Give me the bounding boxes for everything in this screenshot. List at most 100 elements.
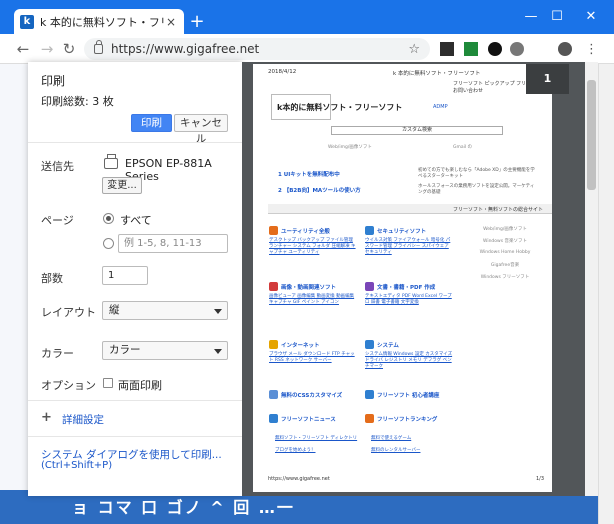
preview-link: 無料のCSSカスタマイズ	[281, 393, 343, 399]
pages-custom-radio[interactable]	[103, 238, 114, 249]
extension-icon[interactable]	[510, 42, 524, 56]
tab-title: k 本的に無料ソフト・フリーソフト	[40, 15, 164, 29]
link-icon	[269, 390, 278, 399]
preview-link: フリーソフトニュース	[281, 417, 336, 423]
copies-label: 部数	[41, 272, 63, 285]
back-arrow-icon[interactable]: ←	[14, 40, 32, 58]
print-title: 印刷	[41, 74, 66, 88]
category-icon	[269, 226, 278, 235]
background-page-footer-text: ョ コマ 口 ゴノ ^ 回 …一	[72, 498, 295, 517]
preview-section-bar-text: フリーソフト・無料ソフトの総合サイト	[453, 207, 544, 213]
maximize-icon[interactable]: ☐	[544, 9, 570, 24]
category-title: ユーティリティ全般	[281, 229, 330, 235]
color-select-value: カラー	[109, 344, 141, 356]
preview-banner-2-text: ホールスフォースの業務用ソフトを設定公開。マーケティングの基礎	[418, 184, 535, 195]
print-settings-panel: 印刷 印刷総数: 3 枚 印刷 キャンセル 送信先 EPSON EP-881A …	[28, 62, 242, 496]
extension-icon[interactable]	[440, 42, 454, 56]
small-link: 無料ソフト・フリーソフト ディレクトリ	[275, 436, 358, 441]
category-title: セキュリティソフト	[377, 229, 427, 235]
pages-all-label: すべて	[120, 214, 152, 227]
system-dialog-shortcut: (Ctrl+Shift+P)	[41, 460, 113, 471]
forward-arrow-icon[interactable]: →	[38, 40, 56, 58]
browser-toolbar: ← → ↻ https://www.gigafree.net ☆ ⋮	[0, 34, 614, 64]
sidebar-item: Gigafree音楽	[490, 263, 520, 268]
category-title: 画像・動画関連ソフト	[281, 285, 337, 291]
minimize-icon[interactable]: —	[518, 9, 544, 24]
preview-scrollbar-thumb[interactable]	[587, 80, 596, 190]
preview-page-number: 1	[526, 64, 569, 94]
small-link: ブログを始めよう！	[275, 448, 316, 453]
preview-banner-1-text: 初めての方でも楽しむなら「Adobe XD」の主要機能を学べるスターターキット	[418, 168, 535, 179]
chevron-down-icon	[214, 309, 222, 314]
bookmark-star-icon[interactable]: ☆	[408, 42, 420, 57]
color-label: カラー	[41, 347, 74, 360]
preview-admp: ADMP	[433, 104, 448, 110]
url-text: https://www.gigafree.net	[111, 42, 260, 56]
pages-all-radio[interactable]	[103, 213, 114, 224]
site-favicon-icon: k	[20, 14, 34, 29]
extension-icon[interactable]	[464, 42, 478, 56]
preview-link: フリーソフト 初心者講座	[377, 393, 440, 399]
color-select[interactable]: カラー	[102, 341, 228, 360]
print-button[interactable]: 印刷	[131, 114, 172, 132]
pages-range-input[interactable]: 例 1-5, 8, 11-13	[118, 234, 228, 253]
copies-input[interactable]: 1	[102, 266, 148, 285]
preview-link: フリーソフトランキング	[377, 417, 438, 423]
address-bar[interactable]: https://www.gigafree.net ☆	[84, 38, 430, 60]
lock-icon	[94, 40, 103, 54]
pages-label: ページ	[41, 214, 74, 227]
preview-banner-1: 1 UIキットを無料配布中	[278, 172, 340, 178]
layout-label: レイアウト	[41, 306, 96, 319]
cancel-button[interactable]: キャンセル	[174, 114, 228, 145]
preview-mini-link: Gmail の	[453, 145, 473, 150]
category-links: システム情報 Windows 設定 カスタマイズ ドライバ レジストリ メモリ …	[365, 352, 453, 369]
preview-page-sheet: 2018/4/12 k 本的に無料ソフト・フリーソフト フリーソフト ピックアッ…	[253, 64, 552, 492]
background-page-left-edge	[0, 64, 30, 524]
category-title: システム	[377, 343, 399, 349]
preview-date: 2018/4/12	[268, 69, 297, 75]
divider	[28, 142, 242, 143]
browser-tab[interactable]: k k 本的に無料ソフト・フリーソフト ×	[14, 9, 184, 34]
expand-plus-icon[interactable]: +	[41, 410, 52, 425]
sidebar-item: Windows 音楽ソフト	[482, 239, 528, 244]
destination-label: 送信先	[41, 160, 74, 173]
category-icon	[269, 340, 278, 349]
chevron-down-icon	[214, 349, 222, 354]
divider	[28, 436, 242, 437]
new-tab-button[interactable]: +	[188, 13, 206, 31]
print-total-sheets: 印刷総数: 3 枚	[41, 95, 114, 108]
category-links: 画像ビューア 画像編集 動画変換 動画編集 キャプチャ GIF ペイント アイコ…	[269, 294, 355, 305]
change-printer-button[interactable]: 変更...	[102, 177, 142, 194]
preview-logo: k本的に無料ソフト・フリーソフト	[277, 103, 403, 112]
profile-avatar-icon[interactable]	[558, 42, 572, 56]
printer-name: EPSON EP-881A Series	[125, 157, 212, 183]
sidebar-item: Windows フリーソフト	[480, 275, 530, 280]
layout-select-value: 縦	[109, 304, 120, 316]
advanced-settings-link[interactable]: 詳細設定	[62, 412, 104, 427]
reload-icon[interactable]: ↻	[60, 40, 78, 58]
menu-kebab-icon[interactable]: ⋮	[585, 42, 598, 57]
small-link: 無料のレンタルサーバー	[371, 448, 421, 453]
category-icon	[269, 282, 278, 291]
tab-close-icon[interactable]: ×	[164, 15, 178, 29]
title-bar: k k 本的に無料ソフト・フリーソフト × + — ☐ ✕	[0, 0, 614, 34]
preview-search-box: カスタム検索	[331, 126, 503, 135]
category-title: インターネット	[281, 343, 320, 349]
close-window-icon[interactable]: ✕	[578, 9, 604, 24]
extension-icon[interactable]	[488, 42, 502, 56]
layout-select[interactable]: 縦	[102, 301, 228, 320]
preview-header: k 本的に無料ソフト・フリーソフト	[393, 71, 481, 77]
duplex-checkbox[interactable]	[103, 378, 113, 388]
category-links: ウイルス対策 ファイアウォール 暗号化 パスワード管理 プライバシー スパイウェ…	[365, 238, 451, 255]
category-links: テキストエディタ PDF Word Excel ワープロ 辞書 電子書籍 文字変…	[365, 294, 452, 305]
page-scrollbar[interactable]	[598, 64, 614, 524]
category-icon	[365, 282, 374, 291]
duplex-label: 両面印刷	[118, 379, 162, 392]
link-icon	[365, 414, 374, 423]
sidebar-item: Web/img/画像ソフト	[483, 227, 527, 232]
divider	[28, 400, 242, 401]
preview-banner-2: 2 【B2B向】MAツールの使い方	[278, 188, 361, 194]
category-icon	[365, 226, 374, 235]
preview-footer-url: https://www.gigafree.net	[268, 476, 330, 482]
printer-icon	[104, 154, 118, 169]
